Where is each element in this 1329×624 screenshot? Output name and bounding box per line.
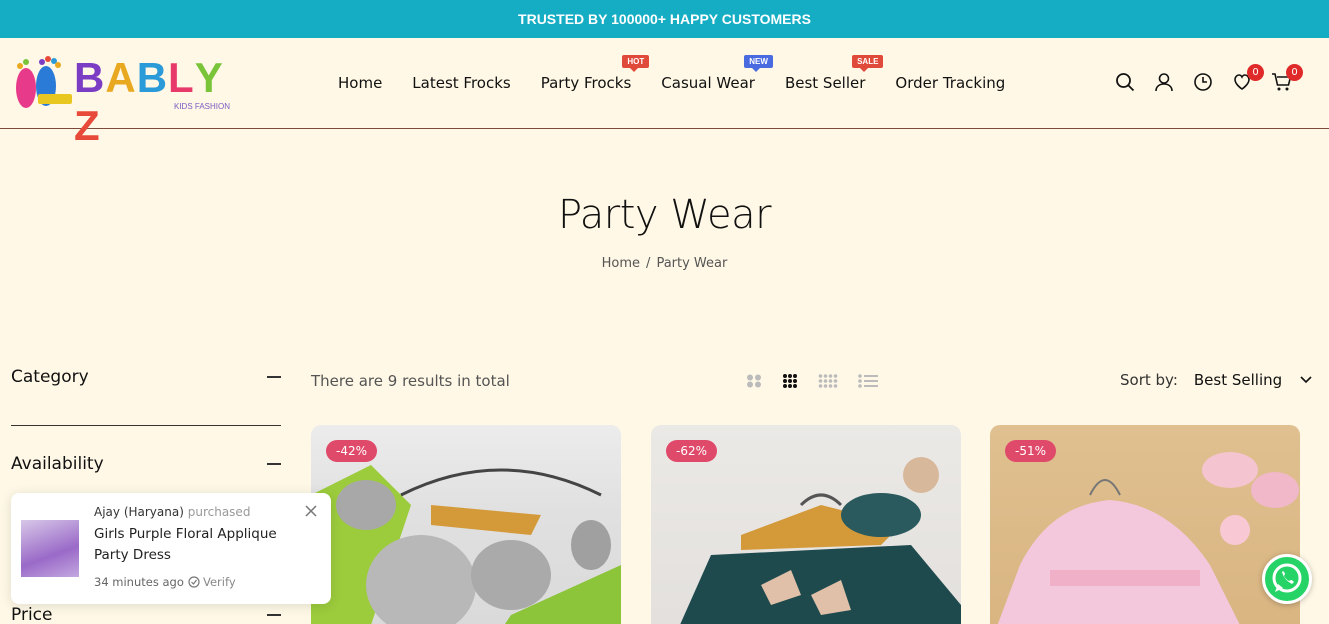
list-view-icon[interactable]: [858, 374, 878, 388]
discount-badge: -51%: [1005, 440, 1057, 462]
filter-availability-header[interactable]: Availability: [11, 453, 281, 475]
popup-buyer-line: Ajay (Haryana) purchased: [94, 505, 250, 519]
account-icon[interactable]: [1154, 72, 1174, 92]
check-circle-icon: [188, 576, 200, 588]
grid-2-view-icon[interactable]: [746, 374, 762, 388]
nav-label: Order Tracking: [895, 74, 1006, 92]
hot-badge: HOT: [622, 55, 650, 72]
sort-value[interactable]: Best Selling: [1194, 371, 1282, 389]
nav-label: Party Frocks: [540, 74, 632, 92]
popup-buyer: Ajay (Haryana): [94, 505, 184, 519]
product-card[interactable]: -42%: [311, 425, 621, 624]
product-card[interactable]: -51%: [990, 425, 1300, 624]
whatsapp-chat-button[interactable]: [1262, 554, 1312, 604]
nav-label: Casual Wear: [661, 74, 755, 92]
divider: [11, 425, 281, 426]
nav-item-latest-frocks[interactable]: Latest Frocks: [412, 74, 510, 92]
popup-action: purchased: [187, 505, 251, 519]
popup-product-thumbnail[interactable]: [21, 520, 79, 577]
nav-item-casual-wear[interactable]: Casual Wear NEW: [661, 55, 773, 92]
logo-letter: Y: [194, 54, 224, 101]
close-icon[interactable]: [305, 505, 317, 517]
collapse-minus-icon[interactable]: [267, 463, 281, 465]
sort-control[interactable]: Sort by: Best Selling: [1120, 371, 1312, 389]
nav-label: Latest Frocks: [412, 74, 511, 92]
popup-product-name[interactable]: Girls Purple Floral Applique Party Dress: [94, 524, 309, 566]
logo-feet-icon: [16, 56, 72, 108]
filter-price-header[interactable]: Price: [11, 604, 281, 624]
breadcrumb-current: Party Wear: [656, 256, 728, 271]
breadcrumb: Home / Party Wear: [0, 256, 1329, 271]
cart-count: 0: [1286, 64, 1303, 81]
cart-icon[interactable]: 0: [1271, 64, 1303, 92]
logo-letter: B: [74, 54, 106, 101]
logo-letter: B: [136, 54, 169, 101]
filter-availability-label: Availability: [11, 454, 104, 474]
popup-time: 34 minutes ago: [94, 575, 184, 589]
announcement-text: TRUSTED BY 100000+ HAPPY CUSTOMERS: [518, 11, 811, 27]
chevron-down-icon[interactable]: [1300, 376, 1312, 384]
collapse-minus-icon[interactable]: [267, 376, 281, 378]
filter-price-label: Price: [11, 605, 53, 624]
logo[interactable]: BABLYZ KIDS FASHION: [12, 52, 237, 149]
results-count: There are 9 results in total: [311, 372, 510, 390]
recent-purchase-popup[interactable]: Ajay (Haryana) purchased Girls Purple Fl…: [11, 493, 331, 604]
page-title: Party Wear: [557, 192, 772, 238]
nav-item-home[interactable]: Home: [338, 74, 382, 92]
nav-item-order-tracking[interactable]: Order Tracking: [895, 74, 1005, 92]
collapse-minus-icon[interactable]: [267, 614, 281, 616]
search-icon[interactable]: [1115, 72, 1135, 92]
discount-badge: -42%: [326, 440, 378, 462]
nav-item-party-frocks[interactable]: Party Frocks HOT: [540, 55, 650, 92]
nav-item-best-seller[interactable]: Best Seller SALE: [784, 55, 884, 92]
main-nav: Home Latest Frocks Party Frocks HOT Casua…: [338, 55, 1035, 92]
popup-verify: Verify: [188, 575, 236, 589]
recently-viewed-clock-icon[interactable]: [1193, 72, 1213, 92]
wishlist-heart-icon[interactable]: 0: [1232, 64, 1264, 92]
nav-label: Best Seller: [784, 74, 866, 92]
wishlist-count: 0: [1247, 64, 1264, 81]
discount-badge: -62%: [666, 440, 718, 462]
breadcrumb-separator: /: [646, 256, 651, 271]
logo-subtitle: KIDS FASHION: [174, 102, 231, 111]
logo-letter: Z: [74, 102, 101, 149]
popup-verify-label: Verify: [203, 575, 236, 589]
filter-category-header[interactable]: Category: [11, 366, 281, 388]
breadcrumb-home-link[interactable]: Home: [602, 256, 640, 271]
product-card[interactable]: -62%: [651, 425, 961, 624]
new-badge: NEW: [744, 55, 773, 72]
sale-badge: SALE: [852, 55, 884, 72]
nav-label: Home: [338, 74, 383, 92]
logo-letter: A: [105, 54, 137, 101]
view-switcher: [746, 373, 878, 389]
logo-letter: L: [168, 54, 195, 101]
site-header: BABLYZ KIDS FASHION Home Latest Frocks P…: [0, 38, 1329, 149]
announcement-bar: TRUSTED BY 100000+ HAPPY CUSTOMERS: [0, 0, 1329, 38]
sort-label: Sort by:: [1120, 371, 1178, 389]
header-icons: 0 0: [1115, 64, 1303, 92]
grid-3-view-icon[interactable]: [782, 373, 798, 389]
whatsapp-icon: [1272, 563, 1302, 593]
grid-4-view-icon[interactable]: [818, 373, 838, 389]
filter-category-label: Category: [11, 367, 89, 387]
